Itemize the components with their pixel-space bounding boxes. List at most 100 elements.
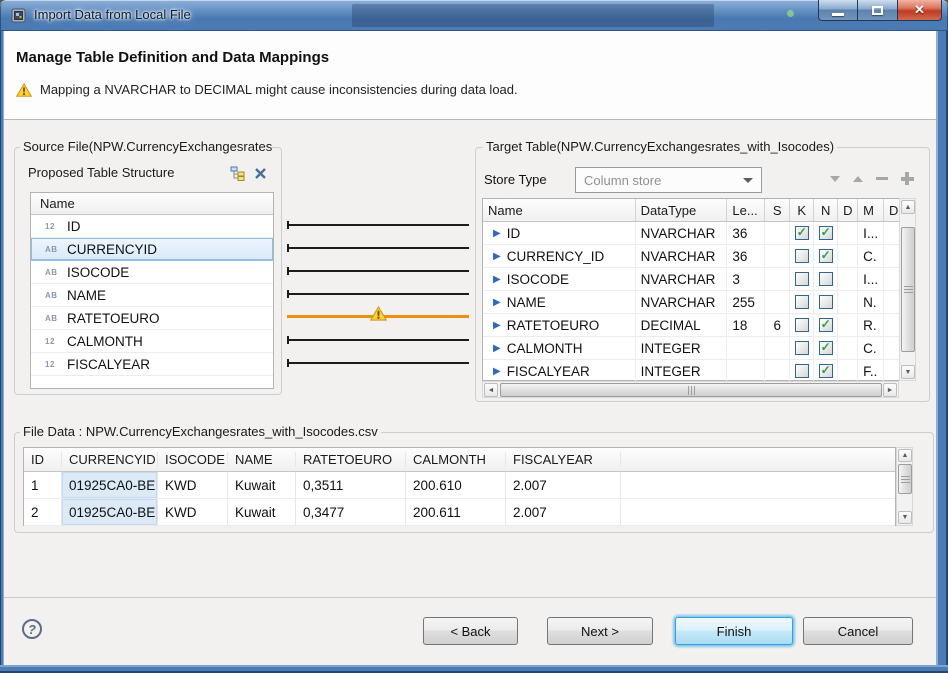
target-col-desc [884,360,899,382]
finish-button[interactable]: Finish [675,617,793,645]
file-data-table: ID CURRENCYID ISOCODE NAME RATETOEURO CA… [23,447,896,526]
target-col-name: CALMONTH [507,341,583,356]
target-col-header-scale[interactable]: S [765,199,790,221]
file-data-row-2[interactable]: 2 01925CA0-BE KWD Kuwait 0,3477 200.611 … [24,499,895,526]
move-down-icon[interactable] [830,176,840,182]
cell-isocode: KWD [158,499,228,525]
scroll-down-icon[interactable]: ▼ [901,365,915,379]
move-up-icon[interactable] [853,176,863,182]
source-row-currencyid[interactable]: AB CURRENCYID [31,238,273,261]
scroll-up-icon[interactable]: ▲ [898,449,912,462]
window-title: Import Data from Local File [34,7,191,22]
column-marker-icon: ▶ [493,251,501,262]
file-col-header-calmonth[interactable]: CALMONTH [406,452,506,467]
scrollbar-thumb[interactable] [898,464,912,494]
cell-currencyid: 01925CA0-BE [62,472,158,498]
target-col-header-default[interactable]: D [838,199,858,221]
target-horizontal-scrollbar[interactable]: ◄ ► [482,381,899,398]
target-row-name[interactable]: ▶NAME NVARCHAR 255 N. [483,291,899,314]
target-row-ratetoeuro[interactable]: ▶RATETOEURO DECIMAL 18 6 R. [483,314,899,337]
numeric-type-icon: 12 [45,337,67,346]
notnull-checkbox[interactable] [819,226,833,240]
notnull-checkbox[interactable] [819,249,833,263]
maximize-button[interactable] [858,0,898,21]
key-checkbox[interactable] [795,249,809,263]
notnull-checkbox[interactable] [819,341,833,355]
close-button[interactable]: ✕ [898,0,942,21]
target-row-id[interactable]: ▶ID NVARCHAR 36 I... [483,222,899,245]
key-checkbox[interactable] [795,295,809,309]
mapping-line-name[interactable] [287,293,469,295]
mapping-line-ratetoeuro-warning[interactable] [287,315,469,318]
file-col-header-id[interactable]: ID [24,452,62,467]
key-checkbox[interactable] [795,226,809,240]
title-bar[interactable]: Import Data from Local File ✕ [0,0,948,31]
next-button[interactable]: Next > [547,617,653,645]
file-data-row-1[interactable]: 1 01925CA0-BE KWD Kuwait 0,3511 200.610 … [24,472,895,499]
file-col-header-currencyid[interactable]: CURRENCYID [62,452,158,467]
source-column-header[interactable]: Name [31,193,273,215]
target-row-fiscalyear[interactable]: ▶FISCALYEAR INTEGER F.. [483,360,899,383]
source-row-ratetoeuro[interactable]: AB RATETOEURO [31,307,273,330]
key-checkbox[interactable] [795,318,809,332]
target-col-header-key[interactable]: K [790,199,814,221]
target-row-currency-id[interactable]: ▶CURRENCY_ID NVARCHAR 36 C. [483,245,899,268]
target-col-header-mapped[interactable]: M [858,199,884,221]
file-col-header-ratetoeuro[interactable]: RATETOEURO [296,452,406,467]
source-row-name[interactable]: AB NAME [31,284,273,307]
remove-column-icon[interactable] [876,177,888,180]
tree-structure-icon[interactable] [230,166,246,181]
file-col-header-fiscalyear[interactable]: FISCALYEAR [506,452,621,467]
add-column-icon[interactable] [901,172,914,185]
notnull-checkbox[interactable] [819,295,833,309]
source-row-fiscalyear[interactable]: 12 FISCALYEAR [31,353,273,376]
scroll-left-icon[interactable]: ◄ [484,383,498,397]
target-col-desc [884,222,899,244]
mapping-line-calmonth[interactable] [287,339,469,341]
source-row-id[interactable]: 12 ID [31,215,273,238]
target-col-header-notnull[interactable]: N [814,199,838,221]
scroll-down-icon[interactable]: ▼ [898,511,912,524]
scroll-right-icon[interactable]: ► [883,383,897,397]
target-col-header-length[interactable]: Le... [727,199,765,221]
scrollbar-thumb[interactable] [500,383,882,397]
window-controls: ✕ [818,0,942,21]
target-col-default [838,291,858,313]
file-data-vertical-scrollbar[interactable]: ▲ ▼ [896,447,913,526]
target-col-header-name[interactable]: Name [483,199,636,221]
target-vertical-scrollbar[interactable]: ▲ ▼ [899,198,916,381]
key-checkbox[interactable] [795,364,809,378]
notnull-checkbox[interactable] [819,364,833,378]
minimize-button[interactable] [818,0,858,21]
notnull-checkbox[interactable] [819,318,833,332]
source-row-calmonth[interactable]: 12 CALMONTH [31,330,273,353]
store-type-label: Store Type [484,172,547,187]
mapping-line-fiscalyear[interactable] [287,362,469,364]
background-window-artifact [787,10,794,17]
window-border-right [936,31,948,665]
file-col-header-name[interactable]: NAME [228,452,296,467]
target-col-length [727,360,765,382]
store-type-dropdown[interactable]: Column store [575,167,762,193]
mapping-line-currencyid[interactable] [287,247,469,249]
source-row-isocode[interactable]: AB ISOCODE [31,261,273,284]
help-button[interactable]: ? [22,619,42,639]
target-col-desc [884,314,899,336]
target-col-header-datatype[interactable]: DataType [636,199,728,221]
key-checkbox[interactable] [795,341,809,355]
file-col-header-isocode[interactable]: ISOCODE [158,452,228,467]
scrollbar-thumb[interactable] [901,227,915,352]
back-button[interactable]: < Back [423,617,518,645]
target-row-isocode[interactable]: ▶ISOCODE NVARCHAR 3 I... [483,268,899,291]
target-col-header-desc[interactable]: D [884,199,899,221]
notnull-checkbox[interactable] [819,272,833,286]
delete-column-icon[interactable] [254,167,267,180]
mapping-line-id[interactable] [287,224,469,226]
window-border-left [0,31,4,665]
target-row-calmonth[interactable]: ▶CALMONTH INTEGER C. [483,337,899,360]
cancel-button[interactable]: Cancel [803,617,913,645]
mapping-line-isocode[interactable] [287,270,469,272]
scroll-up-icon[interactable]: ▲ [901,200,915,214]
import-dialog-window: Import Data from Local File ✕ Manage Tab… [0,0,948,673]
key-checkbox[interactable] [795,272,809,286]
